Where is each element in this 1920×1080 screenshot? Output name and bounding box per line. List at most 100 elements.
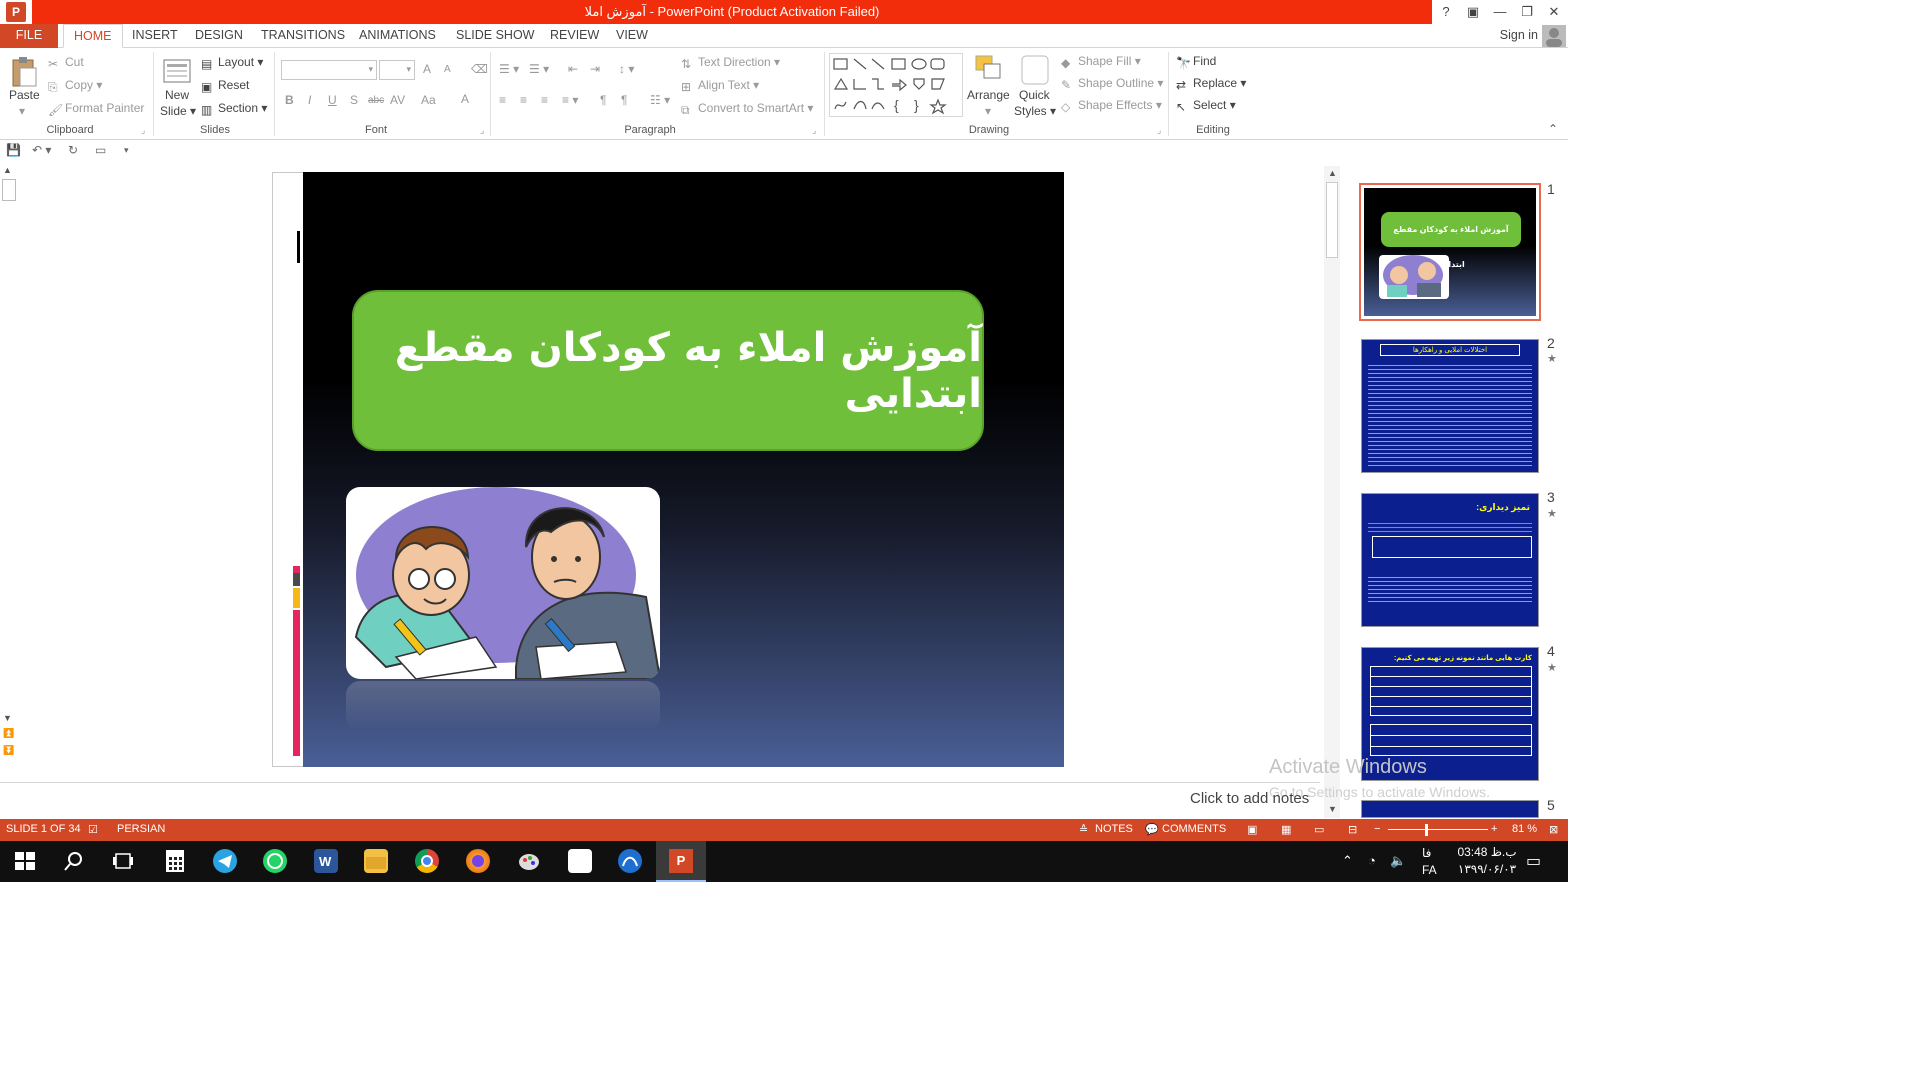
zoom-in-icon[interactable]: + <box>1491 823 1497 835</box>
ltr-icon[interactable]: ¶ <box>600 93 606 107</box>
sign-in-link[interactable]: Sign in <box>1500 28 1538 42</box>
undo-icon[interactable]: ↶ ▾ <box>32 143 51 157</box>
next-slide-icon[interactable]: ⏬ <box>3 745 14 756</box>
align-text-button[interactable]: ⊞ Align Text ▾ <box>681 78 759 94</box>
file-explorer-icon[interactable] <box>364 849 388 873</box>
decrease-indent-icon[interactable]: ⇤ <box>568 62 578 76</box>
clear-formatting-icon[interactable]: ⌫ <box>471 62 488 76</box>
restore-button[interactable]: ❐ <box>1515 2 1539 22</box>
scroll-up-icon[interactable]: ▲ <box>3 165 12 175</box>
arrange-button[interactable]: Arrange <box>967 88 1010 102</box>
increase-font-size-button[interactable]: A <box>423 62 431 76</box>
scroll-down-icon[interactable]: ▼ <box>1328 804 1337 814</box>
clipboard-launcher-icon[interactable]: ⌟ <box>141 125 145 136</box>
bullets-icon[interactable]: ☰ ▾ <box>499 62 519 76</box>
wifi-icon[interactable]: ◔ <box>1368 853 1376 868</box>
font-name-select[interactable]: ▾ <box>281 60 377 80</box>
collapse-ribbon-icon[interactable]: ⌃ <box>1548 122 1558 136</box>
scroll-thumb[interactable] <box>1326 182 1338 258</box>
font-color-button[interactable]: A <box>461 92 469 106</box>
customize-qat-icon[interactable]: ▾ <box>124 145 129 156</box>
zoom-slider-thumb[interactable] <box>1425 824 1428 836</box>
shapes-gallery[interactable]: {} <box>829 53 963 117</box>
paste-dropdown-icon[interactable]: ▾ <box>19 104 25 118</box>
paste-button[interactable]: Paste <box>9 88 40 102</box>
chrome-icon[interactable] <box>415 849 439 873</box>
paint-icon[interactable] <box>517 849 541 873</box>
fit-to-window-icon[interactable]: ⊠ <box>1549 823 1558 836</box>
copy-button[interactable]: ⎘ Copy ▾ <box>48 78 102 94</box>
volume-icon[interactable]: 🔈 <box>1390 853 1406 869</box>
italic-button[interactable]: I <box>308 93 311 107</box>
tab-home[interactable]: HOME <box>63 24 123 48</box>
section-button[interactable]: ▥ Section ▾ <box>201 101 267 117</box>
input-language-code[interactable]: FA <box>1422 863 1437 877</box>
slide-thumbnail-3[interactable]: تمیز دیداری: <box>1361 493 1539 627</box>
tab-review[interactable]: REVIEW <box>550 24 599 48</box>
start-slideshow-icon[interactable]: ▭ <box>95 143 106 157</box>
cut-button[interactable]: ✂ Cut <box>48 55 84 71</box>
shape-fill-button[interactable]: ◆ Shape Fill ▾ <box>1061 54 1141 70</box>
powerpoint-logo-icon[interactable]: P <box>6 2 26 22</box>
align-right-icon[interactable]: ≡ <box>541 93 548 107</box>
slide-scrollbar-left[interactable]: ▲ ▼ ⏫ ⏬ <box>0 165 18 765</box>
justify-icon[interactable]: ≡ ▾ <box>562 93 578 107</box>
tab-design[interactable]: DESIGN <box>195 24 243 48</box>
normal-view-icon[interactable]: ▣ <box>1247 823 1257 836</box>
slide-thumbnail-2[interactable]: اختلالات املایی و راهکارها <box>1361 339 1539 473</box>
calculator-icon[interactable] <box>163 849 187 873</box>
change-case-button[interactable]: Aa <box>421 93 436 107</box>
zoom-level[interactable]: 81 % <box>1512 823 1537 835</box>
save-icon[interactable]: 💾 <box>6 143 21 157</box>
scroll-up-icon[interactable]: ▲ <box>1328 168 1337 178</box>
help-button[interactable]: ? <box>1434 2 1458 22</box>
user-avatar-icon[interactable] <box>1542 25 1566 47</box>
quick-styles-label-1[interactable]: Quick <box>1019 88 1050 102</box>
tab-slide-show[interactable]: SLIDE SHOW <box>456 24 535 48</box>
bold-button[interactable]: B <box>285 93 294 107</box>
find-button[interactable]: 🔭 Find <box>1176 54 1216 70</box>
telegram-icon[interactable] <box>213 849 237 873</box>
whatsapp-icon[interactable] <box>263 849 287 873</box>
scroll-down-icon[interactable]: ▼ <box>3 713 12 723</box>
align-center-icon[interactable]: ≡ <box>520 93 527 107</box>
notes-button[interactable]: NOTES <box>1095 823 1133 835</box>
app-icon[interactable] <box>618 849 642 873</box>
slideshow-view-icon[interactable]: ⊟ <box>1348 823 1357 836</box>
zoom-slider-track[interactable] <box>1388 829 1488 830</box>
reading-view-icon[interactable]: ▭ <box>1314 823 1324 836</box>
comments-button[interactable]: COMMENTS <box>1162 823 1226 835</box>
tab-view[interactable]: VIEW <box>616 24 648 48</box>
convert-smartart-button[interactable]: ⧉ Convert to SmartArt ▾ <box>681 101 813 117</box>
format-painter-button[interactable]: 🖌 Format Painter <box>48 101 144 117</box>
close-button[interactable]: ✕ <box>1542 2 1566 22</box>
clock-time[interactable]: 03:48 ب.ظ <box>1452 845 1522 859</box>
character-spacing-button[interactable]: AV <box>390 93 405 107</box>
drawing-launcher-icon[interactable]: ⌟ <box>1157 125 1161 136</box>
windows-start-icon[interactable] <box>13 849 37 873</box>
word-icon[interactable]: W <box>314 849 338 873</box>
slide-sorter-icon[interactable]: ▦ <box>1281 823 1291 836</box>
firefox-icon[interactable] <box>466 849 490 873</box>
notes-icon[interactable]: ≙ <box>1079 823 1088 836</box>
powerpoint-taskbar-button[interactable]: P <box>656 841 706 882</box>
arrange-icon[interactable] <box>974 54 1002 86</box>
redo-icon[interactable]: ↻ <box>68 143 78 157</box>
tab-file[interactable]: FILE <box>0 24 58 48</box>
font-launcher-icon[interactable]: ⌟ <box>480 125 484 136</box>
decrease-font-size-button[interactable]: A <box>444 64 451 75</box>
slide-thumbnail-5[interactable] <box>1361 800 1539 818</box>
numbering-icon[interactable]: ☰ ▾ <box>529 62 549 76</box>
font-size-select[interactable]: ▾ <box>379 60 415 80</box>
slide-thumbnail-1[interactable]: آموزش املاء به کودکان مقطع ابتدایی <box>1359 183 1541 321</box>
comments-icon[interactable]: 💬 <box>1145 823 1159 836</box>
new-slide-label-1[interactable]: New <box>165 88 189 102</box>
text-shadow-button[interactable]: S <box>350 93 358 107</box>
notifications-icon[interactable]: ▭ <box>1526 851 1541 871</box>
text-direction-button[interactable]: ⇅ Text Direction ▾ <box>681 55 780 71</box>
zoom-out-icon[interactable]: − <box>1374 823 1380 835</box>
language-indicator[interactable]: PERSIAN <box>117 823 165 835</box>
slide-title-box[interactable]: آموزش املاء به کودکان مقطع ابتدایی <box>352 290 984 451</box>
new-slide-icon[interactable] <box>162 54 191 86</box>
document-icon[interactable] <box>568 849 592 873</box>
